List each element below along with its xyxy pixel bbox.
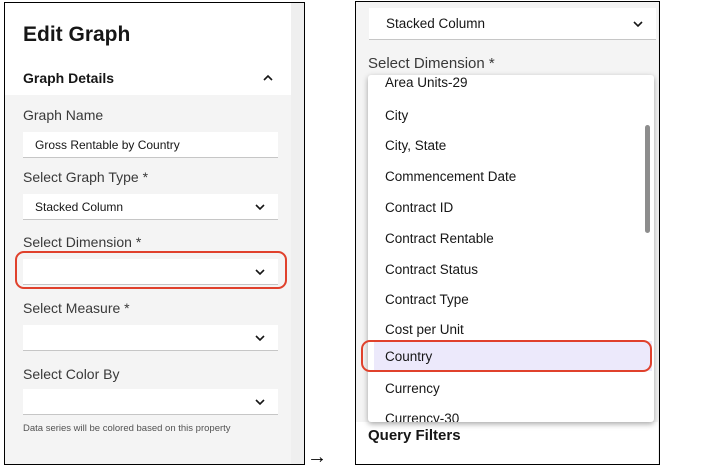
color-by-helper-text: Data series will be colored based on thi… bbox=[23, 423, 231, 434]
graph-details-section-header[interactable]: Graph Details bbox=[5, 65, 291, 95]
panel-gutter bbox=[291, 3, 304, 464]
dropdown-option[interactable]: Currency-30 bbox=[385, 411, 459, 422]
chevron-down-icon bbox=[255, 204, 265, 211]
chevron-down-icon bbox=[255, 399, 265, 406]
dropdown-option[interactable]: City bbox=[385, 108, 408, 123]
graph-type-value: Stacked Column bbox=[35, 200, 124, 214]
graph-name-value: Gross Rentable by Country bbox=[35, 138, 180, 152]
edit-graph-panel-expanded: Stacked Column Select Dimension * Area U… bbox=[355, 1, 660, 465]
chevron-down-icon bbox=[255, 335, 265, 342]
dropdown-option[interactable]: Area Units-29 bbox=[385, 75, 468, 90]
color-by-label: Select Color By bbox=[23, 366, 120, 382]
transition-arrow: → bbox=[307, 446, 327, 467]
color-by-select[interactable] bbox=[23, 389, 278, 415]
dropdown-scrollbar[interactable] bbox=[645, 125, 650, 233]
graph-type-value: Stacked Column bbox=[386, 16, 486, 31]
edit-graph-panel: Edit Graph Graph Details Graph Name Gros… bbox=[4, 2, 305, 465]
graph-name-field[interactable]: Gross Rentable by Country bbox=[23, 132, 278, 158]
measure-select[interactable] bbox=[23, 325, 278, 351]
dropdown-option[interactable]: Commencement Date bbox=[385, 169, 516, 184]
dropdown-option[interactable]: Contract ID bbox=[385, 200, 453, 215]
graph-type-select[interactable]: Stacked Column bbox=[369, 8, 656, 40]
chevron-up-icon[interactable] bbox=[261, 71, 275, 85]
dropdown-option[interactable]: Contract Type bbox=[385, 292, 469, 307]
measure-label: Select Measure * bbox=[23, 300, 130, 316]
dropdown-option[interactable]: City, State bbox=[385, 138, 446, 153]
dropdown-option[interactable]: Cost per Unit bbox=[385, 322, 464, 337]
dropdown-option[interactable]: Currency bbox=[385, 381, 440, 396]
country-highlight-ring bbox=[361, 340, 652, 372]
dimension-label: Select Dimension * bbox=[23, 234, 142, 250]
query-filters-heading: Query Filters bbox=[368, 427, 461, 444]
graph-name-label: Graph Name bbox=[23, 107, 104, 123]
graph-type-label: Select Graph Type * bbox=[23, 169, 149, 185]
section-title: Graph Details bbox=[23, 70, 115, 86]
dimension-highlight-ring bbox=[15, 251, 287, 289]
dropdown-option[interactable]: Contract Rentable bbox=[385, 231, 494, 246]
page-title: Edit Graph bbox=[23, 23, 131, 46]
chevron-down-icon bbox=[633, 21, 643, 28]
dropdown-option[interactable]: Contract Status bbox=[385, 262, 478, 277]
graph-type-select[interactable]: Stacked Column bbox=[23, 194, 278, 220]
dimension-label: Select Dimension * bbox=[368, 55, 495, 72]
panel-gutter bbox=[658, 2, 659, 464]
